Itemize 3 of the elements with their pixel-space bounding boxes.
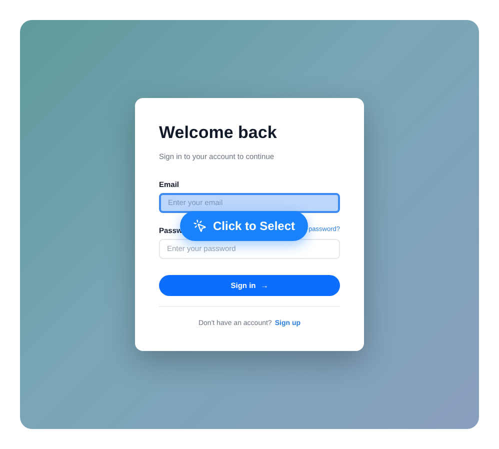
click-to-select-badge: Click to Select	[180, 211, 308, 241]
card-title: Welcome back	[159, 123, 278, 143]
cursor-click-icon	[192, 219, 207, 233]
